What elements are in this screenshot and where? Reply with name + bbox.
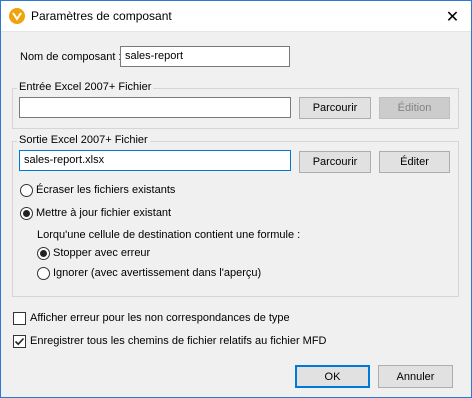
altova-mapforce-icon bbox=[9, 8, 25, 24]
relative-paths-label[interactable]: Enregistrer tous les chemins de fichier … bbox=[30, 335, 327, 347]
close-icon[interactable]: ✕ bbox=[434, 1, 471, 31]
formula-cell-label: Lorqu'une cellule de destination contien… bbox=[37, 229, 301, 241]
component-name-label: Nom de composant : bbox=[20, 51, 122, 63]
component-settings-dialog: Paramètres de composant ✕ Nom de composa… bbox=[0, 0, 472, 398]
type-mismatch-label[interactable]: Afficher erreur pour les non corresponda… bbox=[30, 312, 290, 324]
window-title: Paramètres de composant bbox=[31, 9, 172, 23]
checkmark-icon bbox=[14, 337, 25, 346]
overwrite-label[interactable]: Écraser les fichiers existants bbox=[36, 184, 175, 196]
output-file-path[interactable]: sales-report.xlsx bbox=[19, 150, 291, 171]
overwrite-radio[interactable] bbox=[20, 184, 33, 197]
ok-button[interactable]: OK bbox=[295, 365, 370, 388]
type-mismatch-checkbox[interactable] bbox=[13, 312, 26, 325]
ignore-label[interactable]: Ignorer (avec avertissement dans l'aperç… bbox=[53, 267, 261, 279]
title-bar[interactable]: Paramètres de composant ✕ bbox=[1, 1, 471, 32]
update-radio[interactable] bbox=[20, 207, 33, 220]
cancel-button[interactable]: Annuler bbox=[378, 365, 453, 388]
stop-on-error-radio[interactable] bbox=[37, 247, 50, 260]
relative-paths-checkbox[interactable] bbox=[13, 335, 26, 348]
output-edit-button[interactable]: Éditer bbox=[379, 151, 450, 173]
input-file-path[interactable] bbox=[19, 97, 291, 118]
output-browse-button[interactable]: Parcourir bbox=[299, 151, 371, 173]
update-label[interactable]: Mettre à jour fichier existant bbox=[36, 207, 171, 219]
output-group-title: Sortie Excel 2007+ Fichier bbox=[17, 134, 150, 146]
component-name-input[interactable]: sales-report bbox=[120, 46, 290, 67]
input-browse-button[interactable]: Parcourir bbox=[299, 97, 371, 119]
ignore-radio[interactable] bbox=[37, 267, 50, 280]
input-group-title: Entrée Excel 2007+ Fichier bbox=[17, 81, 154, 93]
input-edit-button[interactable]: Édition bbox=[379, 97, 450, 119]
stop-on-error-label[interactable]: Stopper avec erreur bbox=[53, 247, 150, 259]
